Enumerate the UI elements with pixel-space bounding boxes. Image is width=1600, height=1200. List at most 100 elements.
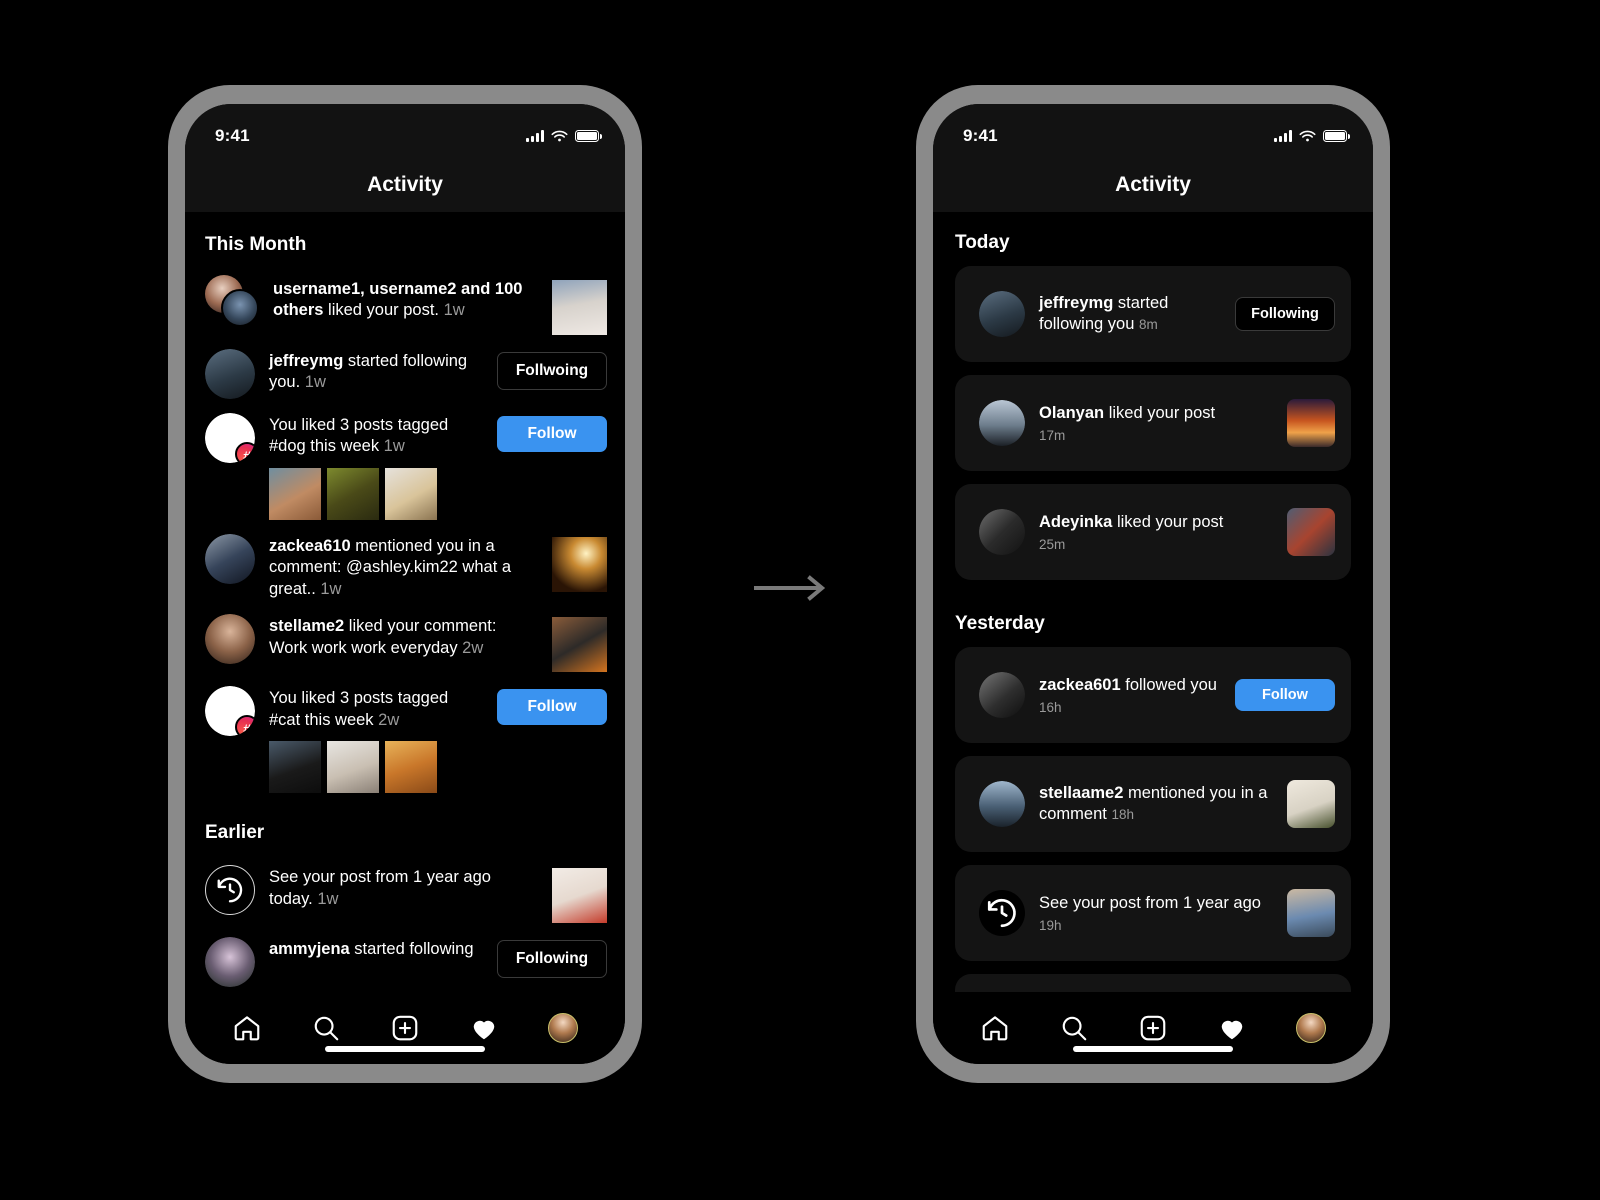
post-thumbnail-sunset[interactable]	[1287, 399, 1335, 447]
activity-card[interactable]: jeffreymg started following you 8m Follow…	[955, 266, 1351, 362]
tab-home[interactable]	[227, 1008, 267, 1048]
activity-row-body: stellame2 liked your comment: Work work …	[269, 614, 538, 659]
avatar-stellame2[interactable]	[205, 614, 255, 665]
follow-button[interactable]: Follow	[1235, 679, 1335, 711]
activity-card-partial[interactable]	[955, 974, 1351, 992]
timestamp: 1w	[317, 889, 339, 908]
tab-profile[interactable]	[543, 1008, 583, 1048]
activity-card-text: zackea601 followed you	[1039, 675, 1221, 696]
history-clock-icon	[217, 877, 243, 903]
dog-thumb-2[interactable]	[327, 467, 379, 520]
bottom-tab-bar[interactable]	[185, 992, 625, 1064]
post-thumbnail-lamp[interactable]	[552, 536, 607, 592]
history-clock-icon[interactable]	[979, 890, 1025, 936]
avatar	[205, 614, 255, 665]
timestamp: 2w	[462, 638, 484, 657]
activity-row-text: stellame2 liked your comment: Work work …	[269, 616, 538, 659]
avatar-ammyjena[interactable]	[205, 937, 255, 988]
avatar-adeyinka[interactable]	[979, 509, 1025, 555]
avatar	[979, 781, 1025, 827]
tab-activity[interactable]	[1212, 1008, 1252, 1048]
section-header: Earlier	[205, 822, 265, 844]
signal-bars-icon	[1274, 130, 1292, 142]
follow-button[interactable]: Follow	[497, 689, 607, 726]
activity-row[interactable]: jeffreymg started following you. 1w Follw…	[185, 342, 625, 406]
activity-card-text: stellaame2 mentioned you in a comment 18…	[1039, 783, 1273, 826]
post-thumbnail-couple[interactable]	[1287, 889, 1335, 937]
cat-thumb-1[interactable]	[269, 741, 321, 794]
tab-create[interactable]	[385, 1008, 425, 1048]
activity-row[interactable]: zackea610 mentioned you in a comment: @a…	[185, 527, 625, 607]
activity-row-action: Follwoing	[497, 349, 607, 390]
history-clock-icon	[987, 898, 1016, 928]
activity-card[interactable]: zackea601 followed you 16h Follow	[955, 647, 1351, 743]
page-title: Activity	[1115, 173, 1191, 196]
activity-row[interactable]: stellame2 liked your comment: Work work …	[185, 607, 625, 679]
following-button[interactable]: Following	[1235, 297, 1335, 331]
activity-card-body: Olanyan liked your post 17m	[1039, 403, 1273, 442]
tab-search[interactable]	[306, 1008, 346, 1048]
post-thumbnail-leaf[interactable]	[1287, 780, 1335, 828]
avatar-jeffreymg[interactable]	[205, 349, 255, 399]
following-button[interactable]: Following	[497, 940, 607, 979]
tab-search[interactable]	[1054, 1008, 1094, 1048]
hashtag-avatar[interactable]: #	[205, 686, 255, 737]
activity-card-action: Follow	[1235, 679, 1335, 711]
tab-activity[interactable]	[464, 1008, 504, 1048]
avatar-stellaame2[interactable]	[979, 781, 1025, 827]
activity-card[interactable]: Adeyinka liked your post 25m	[955, 484, 1351, 580]
nav-header: Activity	[933, 158, 1373, 212]
avatar-group[interactable]	[205, 275, 259, 327]
battery-icon	[1323, 130, 1350, 142]
activity-row-body: You liked 3 posts tagged #cat this week …	[269, 686, 483, 794]
post-thumbnail-crowd[interactable]	[1287, 508, 1335, 556]
activity-card[interactable]: See your post from 1 year ago 19h	[955, 865, 1351, 961]
activity-row[interactable]: ammyjena started following Following	[185, 930, 625, 992]
following-button[interactable]: Follwoing	[497, 352, 607, 390]
activity-card[interactable]: Olanyan liked your post 17m	[955, 375, 1351, 471]
activity-card[interactable]: stellaame2 mentioned you in a comment 18…	[955, 756, 1351, 852]
phone-screen-before: 9:41 Activity This Month username1, usern…	[185, 104, 625, 1064]
username: zackea601	[1039, 676, 1121, 695]
history-clock-icon[interactable]	[205, 865, 255, 916]
activity-text: You liked 3 posts tagged #dog this week	[269, 416, 449, 456]
right-arrow-icon	[754, 575, 826, 601]
search-icon	[314, 1016, 339, 1041]
cat-thumb-3[interactable]	[385, 741, 437, 794]
timestamp: 1w	[443, 301, 465, 320]
follow-button[interactable]: Follow	[497, 416, 607, 452]
post-thumbnail-kittens[interactable]	[552, 280, 607, 335]
tab-profile[interactable]	[1291, 1008, 1331, 1048]
hashtag-thumbnail-strip[interactable]	[269, 467, 483, 520]
post-thumbnail-brunch[interactable]	[552, 868, 607, 924]
hashtag-badge-icon: #	[235, 442, 255, 463]
username: Olanyan	[1039, 404, 1105, 423]
avatar-zackea610[interactable]	[205, 533, 255, 584]
cat-thumb-2[interactable]	[327, 741, 379, 794]
screenshot-stage: 9:41 Activity This Month username1, usern…	[0, 0, 1600, 1200]
activity-feed-after[interactable]: Today jeffreymg started following you 8m F…	[933, 212, 1373, 992]
dog-thumb-3[interactable]	[385, 467, 437, 520]
tab-home[interactable]	[975, 1008, 1015, 1048]
activity-text: liked your post	[1104, 404, 1216, 423]
bottom-tab-bar[interactable]	[933, 992, 1373, 1064]
avatar-jeffreymg[interactable]	[979, 291, 1025, 337]
activity-feed-before[interactable]: This Month username1, username2 and 100 o…	[185, 212, 625, 992]
activity-row[interactable]: # You liked 3 posts tagged #cat this week…	[185, 679, 625, 800]
hashtag-avatar[interactable]: #	[205, 413, 255, 463]
avatar-zackea601[interactable]	[979, 672, 1025, 718]
phone-screen-after: 9:41 Activity Today jeffreymg started fol…	[933, 104, 1373, 1064]
status-icons	[526, 130, 602, 143]
home-icon	[234, 1016, 259, 1041]
post-thumbnail-desk[interactable]	[552, 617, 607, 673]
plus-square-icon	[392, 1015, 418, 1041]
timestamp: 2w	[378, 710, 400, 729]
activity-row-body: username1, username2 and 100 others like…	[273, 277, 538, 322]
avatar-olanyan[interactable]	[979, 400, 1025, 446]
activity-row[interactable]: See your post from 1 year ago today. 1w	[185, 858, 625, 930]
hashtag-thumbnail-strip[interactable]	[269, 741, 483, 794]
dog-thumb-1[interactable]	[269, 467, 321, 520]
activity-row[interactable]: username1, username2 and 100 others like…	[185, 270, 625, 342]
activity-row[interactable]: # You liked 3 posts tagged #dog this week…	[185, 406, 625, 527]
tab-create[interactable]	[1133, 1008, 1173, 1048]
